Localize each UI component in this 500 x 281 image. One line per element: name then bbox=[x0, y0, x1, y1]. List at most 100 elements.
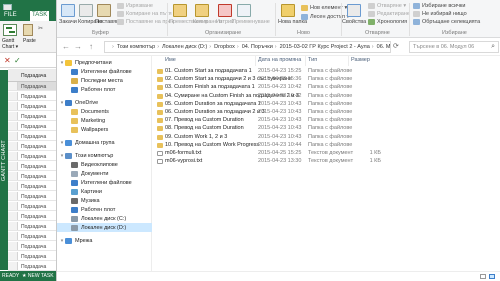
task-row[interactable]: Подзадача bbox=[8, 252, 56, 261]
row-number-cell[interactable] bbox=[8, 242, 18, 250]
file-row[interactable]: m06-formuli.txt 2015-04-25 15:25 Текстов д… bbox=[153, 150, 500, 157]
status-new-tasks[interactable]: ★ NEW TASK bbox=[22, 273, 54, 279]
nav-item[interactable]: Marketing bbox=[57, 116, 152, 125]
row-number-cell[interactable] bbox=[8, 152, 18, 160]
task-row[interactable]: Подзадача bbox=[8, 262, 56, 271]
select-all-button[interactable]: Избиране всички bbox=[413, 3, 465, 9]
tab-file[interactable]: FILE bbox=[4, 12, 17, 18]
nav-item[interactable]: Картини bbox=[57, 187, 152, 196]
paste-clipboard-icon[interactable] bbox=[97, 4, 111, 17]
nav-item[interactable]: Локален диск (D:) bbox=[57, 223, 152, 232]
move-to-icon[interactable] bbox=[173, 4, 187, 17]
task-row[interactable]: Подзадача bbox=[8, 202, 56, 211]
breadcrumb[interactable]: › Този компютър › Локален диск (D:) › Dropbo… bbox=[104, 41, 391, 53]
column-header-size[interactable]: Размер bbox=[351, 57, 370, 63]
nav-item[interactable]: Работен плот bbox=[57, 85, 152, 94]
column-header-type[interactable]: Тип bbox=[308, 57, 317, 63]
task-row[interactable]: Подзадача bbox=[8, 192, 56, 201]
file-row[interactable]: m06-vyprosi.txt 2015-04-23 13:30 Текстов д… bbox=[153, 158, 500, 165]
paste-button[interactable]: Paste bbox=[23, 38, 36, 44]
nav-item[interactable]: Изтеглени файлове bbox=[57, 67, 152, 76]
task-grid-header[interactable]: Подзадача bbox=[8, 69, 56, 82]
nav-item[interactable]: Документи bbox=[57, 169, 152, 178]
breadcrumb-item[interactable]: 06. Модул 06 bbox=[377, 44, 390, 50]
nav-item[interactable]: Работен плот bbox=[57, 205, 152, 214]
breadcrumb-separator-icon[interactable]: › bbox=[237, 44, 239, 50]
task-row[interactable]: Подзадача bbox=[8, 152, 56, 161]
pin-button[interactable]: Закачи bbox=[59, 19, 77, 25]
breadcrumb-item[interactable]: 2015-03-02 ГР Курс Project 2 - Аула bbox=[280, 44, 370, 50]
file-row[interactable]: 03. Custom Finish за подзадачата 1 2015-0… bbox=[153, 84, 500, 91]
open-button[interactable]: Отваряне ▾ bbox=[368, 3, 406, 9]
paste-icon[interactable] bbox=[23, 24, 33, 36]
confirm-entry-icon[interactable]: ✓ bbox=[14, 56, 21, 65]
breadcrumb-item[interactable]: Този компютър bbox=[117, 44, 155, 50]
details-view-icon[interactable] bbox=[480, 274, 486, 279]
cancel-entry-icon[interactable]: ✕ bbox=[4, 56, 11, 65]
row-number-cell[interactable] bbox=[8, 142, 18, 150]
nav-item[interactable]: Изтеглени файлове bbox=[57, 178, 152, 187]
row-number-cell[interactable] bbox=[8, 82, 18, 90]
nav-item[interactable]: ▾ Предпочитани bbox=[57, 58, 152, 67]
breadcrumb-separator-icon[interactable]: › bbox=[209, 44, 211, 50]
file-row[interactable]: 02. Custom Start за подзадачи 2 и 3 със … bbox=[153, 76, 500, 83]
large-icons-view-icon[interactable] bbox=[489, 274, 495, 279]
tab-task[interactable]: TASK bbox=[30, 11, 50, 21]
properties-button[interactable]: Свойства bbox=[342, 19, 366, 25]
row-number-cell[interactable] bbox=[8, 262, 18, 270]
task-row[interactable]: Подзадача bbox=[8, 122, 56, 131]
nav-item[interactable]: ▾ Този компютър bbox=[57, 151, 152, 160]
paste-shortcut-button[interactable]: Поставяне на прек bbox=[117, 19, 174, 25]
file-row[interactable]: 10. Превод на Custom Work Progress 2015-0… bbox=[153, 142, 500, 149]
column-divider[interactable] bbox=[348, 56, 349, 66]
file-row[interactable]: 08. Превод на Custom Duration 2015-04-23 … bbox=[153, 125, 500, 132]
invert-selection-button[interactable]: Обръщане селекцията bbox=[413, 19, 480, 25]
breadcrumb-separator-icon[interactable]: › bbox=[372, 44, 374, 50]
nav-item[interactable]: Видеоклипове bbox=[57, 160, 152, 169]
task-row[interactable]: Подзадача bbox=[8, 82, 56, 91]
file-row[interactable]: 06. Custom Duration за подзадачи 2 и 3 20… bbox=[153, 109, 500, 116]
refresh-icon[interactable]: ⟳ bbox=[393, 42, 399, 50]
nav-item[interactable]: Музика bbox=[57, 196, 152, 205]
up-icon[interactable]: ↑ bbox=[89, 42, 93, 51]
nav-item[interactable]: Documents bbox=[57, 107, 152, 116]
breadcrumb-separator-icon[interactable]: › bbox=[157, 44, 159, 50]
nav-item[interactable]: Локален диск (C:) bbox=[57, 214, 152, 223]
task-row[interactable]: Подзадача bbox=[8, 222, 56, 231]
task-row[interactable]: Подзадача bbox=[8, 182, 56, 191]
pin-icon[interactable] bbox=[61, 4, 75, 17]
task-row[interactable]: Подзадача bbox=[8, 212, 56, 221]
task-row[interactable]: Подзадача bbox=[8, 92, 56, 101]
copy-icon[interactable] bbox=[79, 4, 93, 17]
row-number-cell[interactable] bbox=[8, 182, 18, 190]
file-row[interactable]: 04. Сумиране на Custom Finish за подзада… bbox=[153, 93, 500, 100]
new-folder-icon[interactable] bbox=[281, 4, 295, 17]
file-row[interactable]: 07. Превод на Custom Duration 2015-04-23 … bbox=[153, 117, 500, 124]
file-row[interactable]: 01. Custom Start за подзадачата 1 2015-04… bbox=[153, 68, 500, 75]
delete-icon[interactable] bbox=[218, 4, 232, 17]
back-icon[interactable]: ← bbox=[62, 42, 70, 51]
row-number-cell[interactable] bbox=[8, 102, 18, 110]
nav-item[interactable]: Последни места bbox=[57, 76, 152, 85]
column-divider[interactable] bbox=[255, 56, 256, 66]
breadcrumb-item[interactable]: Локален диск (D:) bbox=[162, 44, 207, 50]
nav-item[interactable]: ▾ Домашна група bbox=[57, 138, 152, 147]
row-number-cell[interactable] bbox=[8, 212, 18, 220]
row-number-cell[interactable] bbox=[8, 92, 18, 100]
gantt-chart-icon[interactable] bbox=[3, 24, 17, 36]
column-divider[interactable] bbox=[305, 56, 306, 66]
search-icon[interactable]: ⌕ bbox=[491, 43, 495, 51]
history-button[interactable]: Хронология bbox=[368, 19, 407, 25]
row-number-cell[interactable] bbox=[8, 162, 18, 170]
gantt-chart-dropdown[interactable]: Chart ▾ bbox=[2, 44, 18, 50]
row-number-cell[interactable] bbox=[8, 232, 18, 240]
clipboard-small-icon[interactable]: ✂ bbox=[38, 25, 43, 32]
task-row[interactable]: Подзадача bbox=[8, 102, 56, 111]
file-row[interactable]: 05. Custom Duration за подзадачата 1 2015… bbox=[153, 101, 500, 108]
edit-button[interactable]: Редактиране bbox=[368, 11, 410, 17]
task-row[interactable]: Подзадача bbox=[8, 132, 56, 141]
row-number-cell[interactable] bbox=[8, 192, 18, 200]
row-number-cell[interactable] bbox=[8, 252, 18, 260]
task-row[interactable]: Подзадача bbox=[8, 172, 56, 181]
select-none-button[interactable]: Не избирай нищо bbox=[413, 11, 467, 17]
